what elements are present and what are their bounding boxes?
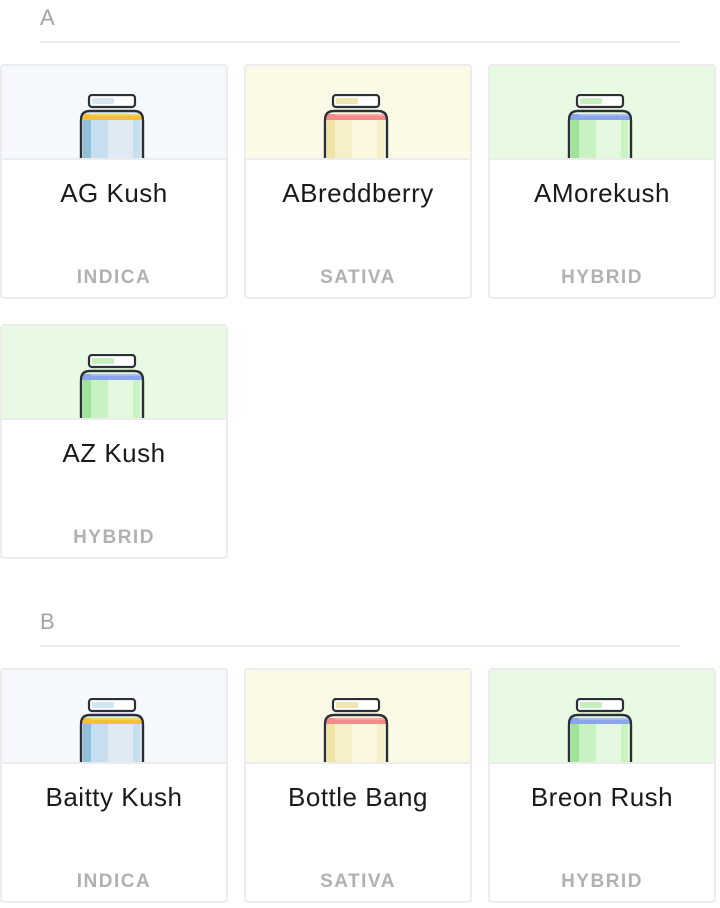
strain-name: ABreddberry xyxy=(282,178,434,208)
jar-icon xyxy=(566,94,634,158)
jar-icon xyxy=(78,94,146,158)
jar-icon xyxy=(78,698,146,762)
strain-type-label: SATIVA xyxy=(320,267,396,288)
strain-card-header xyxy=(490,66,714,160)
strain-card[interactable]: AMorekush HYBRID xyxy=(488,64,716,299)
strain-card[interactable]: ABreddberry SATIVA xyxy=(244,64,472,299)
strain-card-header xyxy=(246,66,470,160)
strain-name: AMorekush xyxy=(534,178,670,208)
strain-card-header xyxy=(2,326,226,420)
strain-type-label: HYBRID xyxy=(561,871,643,892)
strain-type-label: INDICA xyxy=(76,871,152,892)
strain-name: Breon Rush xyxy=(530,782,674,812)
strain-type-label: HYBRID xyxy=(73,527,155,548)
strain-card[interactable]: AG Kush INDICA xyxy=(0,64,228,299)
strain-card[interactable]: Bottle Bang SATIVA xyxy=(244,668,472,903)
section-divider xyxy=(40,41,680,43)
strain-name: Bottle Bang xyxy=(288,782,428,812)
jar-icon xyxy=(322,94,390,158)
strain-type-label: INDICA xyxy=(76,267,152,288)
section-divider xyxy=(40,645,680,647)
strain-name: Baitty Kush xyxy=(45,782,183,812)
strain-type-label: SATIVA xyxy=(320,871,396,892)
section-header-a: A xyxy=(40,5,55,30)
strain-card[interactable]: AZ Kush HYBRID xyxy=(0,324,228,559)
section-header-b: B xyxy=(40,609,55,634)
strain-card-header xyxy=(246,670,470,764)
strain-card-header xyxy=(2,66,226,160)
jar-icon xyxy=(78,354,146,418)
strain-card[interactable]: Baitty Kush INDICA xyxy=(0,668,228,903)
jar-icon xyxy=(566,698,634,762)
jar-icon xyxy=(322,698,390,762)
strain-card[interactable]: Breon Rush HYBRID xyxy=(488,668,716,903)
strain-type-label: HYBRID xyxy=(561,267,643,288)
strain-card-header xyxy=(490,670,714,764)
strain-name: AZ Kush xyxy=(62,438,166,468)
strain-card-header xyxy=(2,670,226,764)
strain-name: AG Kush xyxy=(60,178,168,208)
